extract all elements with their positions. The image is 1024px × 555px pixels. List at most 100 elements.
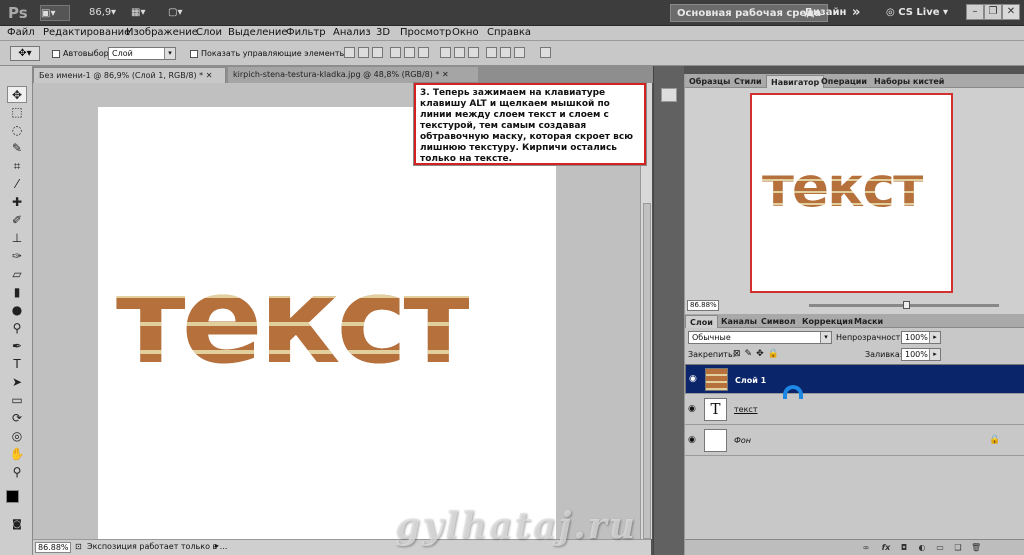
zoom-tool-icon[interactable]: ⚲ <box>7 464 27 481</box>
type-tool-icon[interactable]: T <box>7 356 27 373</box>
3d-orbit-icon[interactable]: ◎ <box>7 428 27 445</box>
align-bottom-icon[interactable] <box>372 47 383 58</box>
brush-tool-icon[interactable]: ✐ <box>7 212 27 229</box>
layer-row-text[interactable]: ◉ T текст <box>685 395 1024 425</box>
eye-icon[interactable]: ◉ <box>689 375 700 384</box>
show-controls-checkbox[interactable]: Показать управляющие элементы <box>190 49 346 58</box>
menu-3d[interactable]: 3D <box>376 27 390 38</box>
delete-layer-icon[interactable]: 🗑 <box>971 543 981 553</box>
distribute-right-icon[interactable] <box>514 47 525 58</box>
gradient-tool-icon[interactable]: ▮ <box>7 284 27 301</box>
navigator-zoom-field[interactable]: 86.88% <box>687 300 719 311</box>
add-mask-icon[interactable]: ◘ <box>899 543 909 553</box>
lock-icons[interactable]: ⊠✎✥🔒 <box>733 349 783 359</box>
menu-layers[interactable]: Слои <box>196 27 222 38</box>
zoom-level[interactable]: 86,9 <box>89 5 111 21</box>
foreground-color-swatch[interactable] <box>6 490 19 503</box>
eyedropper-tool-icon[interactable]: ⁄ <box>7 176 27 193</box>
healing-brush-icon[interactable]: ✚ <box>7 194 27 211</box>
restore-button[interactable]: ❐ <box>984 4 1002 20</box>
path-select-icon[interactable]: ➤ <box>7 374 27 391</box>
tab-masks[interactable]: Маски <box>850 315 887 328</box>
hand-tool-icon[interactable]: ✋ <box>7 446 27 463</box>
align-hcenter-icon[interactable] <box>404 47 415 58</box>
tab-swatches[interactable]: Образцы <box>685 75 734 88</box>
tab-untitled-1[interactable]: Без имени-1 @ 86,9% (Слой 1, RGB/8) * ✕ <box>33 67 226 83</box>
tab-channels[interactable]: Каналы <box>717 315 761 328</box>
shape-tool-icon[interactable]: ▭ <box>7 392 27 409</box>
align-right-icon[interactable] <box>418 47 429 58</box>
crop-tool-icon[interactable]: ⌗ <box>7 158 27 175</box>
menu-help[interactable]: Справка <box>487 27 531 38</box>
dodge-tool-icon[interactable]: ⚲ <box>7 320 27 337</box>
new-group-icon[interactable]: ▭ <box>935 543 945 553</box>
clone-stamp-icon[interactable]: ⊥ <box>7 230 27 247</box>
layer-row-sloy1[interactable]: ◉ Слой 1 <box>685 364 1024 399</box>
close-button[interactable]: ✕ <box>1002 4 1020 20</box>
blend-mode-select[interactable]: Обычные ▾ <box>688 331 832 344</box>
menu-filter[interactable]: Фильтр <box>286 27 326 38</box>
scrollbar-thumb[interactable] <box>643 203 651 539</box>
navigator-slider-handle[interactable] <box>903 301 910 309</box>
distribute-bottom-icon[interactable] <box>468 47 479 58</box>
status-zoom[interactable]: 86.88% <box>35 542 71 553</box>
link-layers-icon[interactable]: ∞ <box>861 543 871 553</box>
screen-mode-button[interactable]: ▣▾ <box>40 5 70 21</box>
autoselect-checkbox[interactable]: Автовыбор: <box>52 49 111 58</box>
mini-bridge-icon[interactable] <box>661 88 677 102</box>
cs-live-button[interactable]: ◎ CS Live ▾ <box>880 4 954 22</box>
eye-icon[interactable]: ◉ <box>688 405 699 414</box>
screen-mode-dropdown[interactable]: ▢▾ <box>168 5 196 21</box>
document-canvas[interactable]: текст <box>98 107 556 539</box>
more-workspaces-button[interactable]: » <box>846 4 866 22</box>
tab-layers[interactable]: Слои <box>685 315 718 328</box>
quick-select-tool-icon[interactable]: ✎ <box>7 140 27 157</box>
fill-field[interactable]: 100% ▸ <box>901 348 941 361</box>
tab-actions[interactable]: Операции <box>817 75 871 88</box>
menu-analysis[interactable]: Анализ <box>333 27 371 38</box>
distribute-vcenter-icon[interactable] <box>454 47 465 58</box>
lasso-tool-icon[interactable]: ◌ <box>7 122 27 139</box>
auto-align-icon[interactable] <box>540 47 551 58</box>
tab-styles[interactable]: Стили <box>730 75 766 88</box>
tab-brush-presets[interactable]: Наборы кистей <box>870 75 948 88</box>
align-left-icon[interactable] <box>390 47 401 58</box>
align-vcenter-icon[interactable] <box>358 47 369 58</box>
close-tab-icon[interactable]: ✕ <box>442 70 449 79</box>
distribute-hcenter-icon[interactable] <box>500 47 511 58</box>
blur-tool-icon[interactable]: ● <box>7 302 27 319</box>
pen-tool-icon[interactable]: ✒ <box>7 338 27 355</box>
menu-image[interactable]: Изображение <box>126 27 198 38</box>
eraser-tool-icon[interactable]: ▱ <box>7 266 27 283</box>
menu-select[interactable]: Выделение <box>228 27 288 38</box>
move-tool-preset[interactable]: ✥▾ <box>10 46 40 61</box>
3d-rotate-icon[interactable]: ⟳ <box>7 410 27 427</box>
layer-style-icon[interactable]: fx <box>881 543 891 553</box>
tab-adjustments[interactable]: Коррекция <box>798 315 857 328</box>
layer-name[interactable]: Фон <box>734 436 751 445</box>
adjustment-layer-icon[interactable]: ◐ <box>917 543 927 553</box>
move-tool-icon[interactable]: ✥ <box>7 86 27 103</box>
eye-icon[interactable]: ◉ <box>688 436 699 445</box>
layer-name[interactable]: Слой 1 <box>735 375 766 386</box>
menu-view[interactable]: Просмотр <box>400 27 451 38</box>
navigator-preview[interactable]: текст <box>750 93 953 293</box>
tab-character[interactable]: Символ <box>757 315 799 328</box>
align-top-icon[interactable] <box>344 47 355 58</box>
quick-mask-icon[interactable]: ◙ <box>7 516 27 533</box>
distribute-top-icon[interactable] <box>440 47 451 58</box>
marquee-tool-icon[interactable]: ⬚ <box>7 104 27 121</box>
distribute-left-icon[interactable] <box>486 47 497 58</box>
menu-edit[interactable]: Редактирование <box>43 27 130 38</box>
menu-window[interactable]: Окно <box>452 27 479 38</box>
menu-file[interactable]: Файл <box>7 27 35 38</box>
tab-navigator[interactable]: Навигатор <box>766 75 825 88</box>
autoselect-select[interactable]: Слой ▾ <box>108 47 176 60</box>
arrange-docs-button[interactable]: ▦▾ <box>131 5 159 21</box>
history-brush-icon[interactable]: ✑ <box>7 248 27 265</box>
layer-name[interactable]: текст <box>734 405 757 414</box>
zoom-dropdown-icon[interactable]: ▾ <box>111 5 116 21</box>
workspace-design-button[interactable]: Дизайн <box>798 4 852 22</box>
tab-brick-texture[interactable]: kirpich-stena-testura-kladka.jpg @ 48,8%… <box>228 67 478 83</box>
layer-row-background[interactable]: ◉ Фон 🔒 <box>685 426 1024 456</box>
